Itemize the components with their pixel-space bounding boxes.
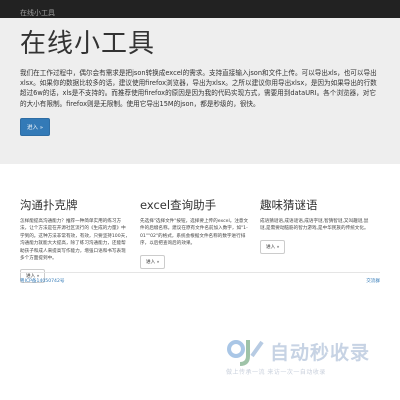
group-link[interactable]: 交流群: [366, 278, 380, 284]
tool-description: 怎样能提高沟通能力？推荐一种简单实用的练习方法，让个方法是在开源社区流行的《生成…: [20, 219, 130, 262]
tool-enter-button[interactable]: 进入 »: [140, 254, 166, 269]
jumbotron: 在线小工具 我们在工作过程中，偶尔会有需求是把json转换成excel的需求。支…: [0, 18, 400, 164]
intro-text: 我们在工作过程中，偶尔会有需求是把json转换成excel的需求。支持直接输入j…: [20, 69, 377, 108]
tool-card-poker: 沟通扑克牌 怎样能提高沟通能力？推荐一种简单实用的练习方法，让个方法是在开源社区…: [20, 198, 140, 284]
tool-title: 趣味猜谜语: [260, 198, 318, 212]
tool-enter-button[interactable]: 进入 »: [260, 239, 286, 254]
footer-divider: [20, 272, 380, 273]
tool-description: 先选择"选择文件"按钮，选择要上传的excel。注意文件的后缀名称。建议在原有文…: [140, 219, 249, 247]
tool-card-riddle: 趣味猜谜语 成语猜谜语,成语谜语,成语字谜,智猜智谜,又叫趣谜,鼠谜,是需要动脑…: [260, 198, 380, 283]
watermark-title: 自动秒收录: [270, 342, 371, 364]
icp-link[interactable]: 粤ICP备14050742号: [20, 278, 65, 284]
page-title: 在线小工具: [20, 29, 156, 59]
footer: 粤ICP备14050742号 交流群: [20, 278, 380, 284]
tool-card-excel: excel查询助手 先选择"选择文件"按钮，选择要上传的excel。注意文件的后…: [140, 198, 260, 283]
watermark-logo-icon: [227, 340, 264, 366]
watermark: 自动秒收录 做上传承一流 来访一次一自动收录: [226, 334, 386, 384]
tool-title: 沟通扑克牌: [20, 198, 78, 212]
tool-title: excel查询助手: [140, 198, 217, 212]
enter-button[interactable]: 进入 »: [20, 117, 51, 136]
watermark-subtitle: 做上传承一流 来访一次一自动收录: [226, 369, 326, 376]
navbar-brand[interactable]: 在线小工具: [0, 4, 55, 22]
navbar: 在线小工具: [0, 0, 400, 18]
tools-row: 沟通扑克牌 怎样能提高沟通能力？推荐一种简单实用的练习方法，让个方法是在开源社区…: [0, 198, 400, 284]
tool-description: 成语猜谜语,成语谜语,成语字谜,智猜智谜,又叫趣谜,鼠谜,是需要动脑筋的智力游戏…: [260, 219, 369, 232]
